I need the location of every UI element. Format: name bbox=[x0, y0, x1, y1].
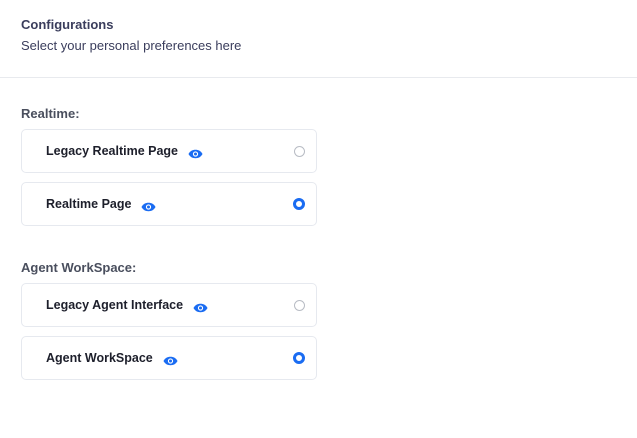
section-label: Agent WorkSpace: bbox=[21, 260, 137, 275]
option-card[interactable]: Realtime Page bbox=[21, 182, 317, 226]
option-radio[interactable] bbox=[293, 198, 305, 210]
option-card[interactable]: Legacy Agent Interface bbox=[21, 283, 317, 327]
option-card[interactable]: Legacy Realtime Page bbox=[21, 129, 317, 173]
option-radio[interactable] bbox=[294, 299, 305, 311]
eye-icon[interactable] bbox=[188, 146, 203, 159]
option-radio[interactable] bbox=[293, 352, 305, 364]
option-radio[interactable] bbox=[294, 145, 305, 157]
page-subtitle: Select your personal preferences here bbox=[21, 38, 242, 53]
section-realtime: Realtime: Legacy Realtime Page Realtime … bbox=[0, 106, 637, 226]
option-label: Agent WorkSpace bbox=[46, 351, 153, 365]
eye-icon[interactable] bbox=[141, 199, 156, 212]
option-label: Realtime Page bbox=[46, 197, 132, 211]
section-agent-workspace: Agent WorkSpace: Legacy Agent Interface … bbox=[0, 260, 637, 380]
option-label: Legacy Realtime Page bbox=[46, 144, 179, 158]
section-label: Realtime: bbox=[21, 106, 80, 121]
eye-icon[interactable] bbox=[193, 300, 208, 313]
option-card[interactable]: Agent WorkSpace bbox=[21, 336, 317, 380]
page-header: Configurations Select your personal pref… bbox=[0, 0, 637, 78]
page-title: Configurations bbox=[21, 17, 114, 32]
eye-icon[interactable] bbox=[163, 353, 178, 366]
option-label: Legacy Agent Interface bbox=[46, 298, 184, 312]
